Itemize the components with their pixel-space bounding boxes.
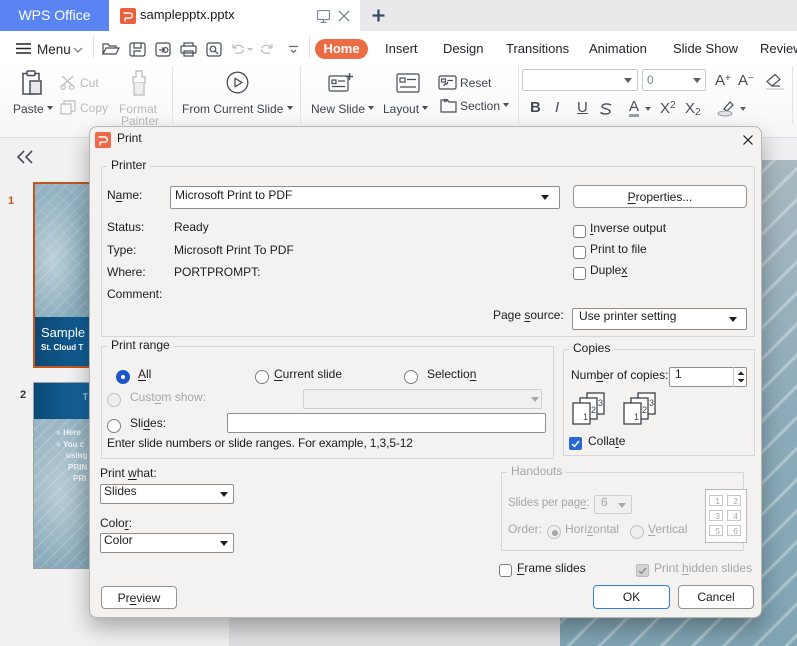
svg-text:2: 2 — [591, 405, 596, 415]
svg-text:3: 3 — [649, 398, 654, 408]
svg-text:1: 1 — [634, 412, 639, 422]
svg-text:1: 1 — [583, 412, 588, 422]
svg-text:3: 3 — [598, 398, 603, 408]
svg-text:2: 2 — [642, 405, 647, 415]
